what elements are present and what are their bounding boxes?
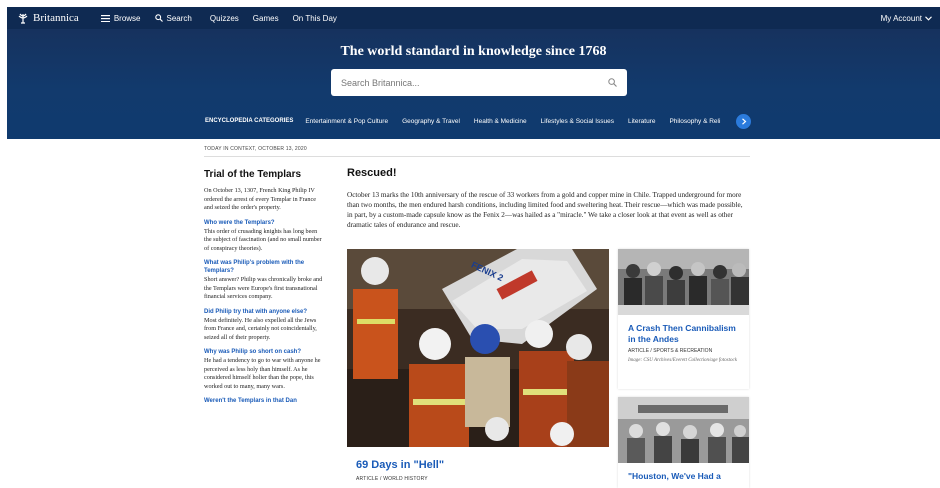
andes-photo[interactable] <box>618 249 749 315</box>
feature-caption: 69 Days in "Hell" ARTICLE / WORLD HISTOR… <box>356 459 444 482</box>
category-next-button[interactable] <box>736 114 751 129</box>
question-link[interactable]: What was Philip's problem with the Templ… <box>204 259 324 275</box>
britannica-logo[interactable]: Britannica <box>17 12 79 24</box>
main-article: Rescued! October 13 marks the 10th anniv… <box>347 167 749 230</box>
question-link[interactable]: Why was Philip so short on cash? <box>204 348 324 356</box>
thistle-logo-icon <box>18 13 28 24</box>
question-link[interactable]: Did Philip try that with anyone else? <box>204 308 324 316</box>
chevron-down-icon <box>925 15 932 21</box>
feature-card[interactable]: FENIX 2 69 Days in "Hell" ARTICLE / WORL… <box>347 249 609 488</box>
on-this-day-label: On This Day <box>292 13 337 23</box>
answer-text: Short answer? Philip was chronically bro… <box>204 276 323 300</box>
categories-label: ENCYCLOPEDIA CATEGORIES <box>205 118 294 124</box>
hamburger-icon <box>100 14 110 22</box>
on-this-day-link[interactable]: On This Day <box>293 14 337 23</box>
category-link[interactable]: Lifestyles & Social Issues <box>541 118 614 125</box>
category-bar: ENCYCLOPEDIA CATEGORIES Entertainment & … <box>205 113 734 129</box>
left-title[interactable]: Trial of the Templars <box>204 169 324 180</box>
search-icon[interactable] <box>608 78 617 87</box>
card-title[interactable]: "Houston, We've Had a <box>618 463 749 482</box>
browse-label: Browse <box>113 13 141 23</box>
category-link[interactable]: Entertainment & Pop Culture <box>305 118 388 125</box>
rescue-photo[interactable]: FENIX 2 <box>347 249 609 447</box>
search-label: Search <box>166 13 192 23</box>
category-link[interactable]: Literature <box>628 118 655 125</box>
answer-text: He had a tendency to go to war with anyo… <box>204 357 321 390</box>
quizzes-link[interactable]: Quizzes <box>210 14 239 23</box>
card-type: ARTICLE / SPORTS & RECREATION <box>628 348 713 354</box>
hero-tagline: The world standard in knowledge since 17… <box>340 44 607 59</box>
hero-banner: The world standard in knowledge since 17… <box>7 29 940 139</box>
question-link[interactable]: Weren't the Templars in that Dan <box>204 397 324 405</box>
card-title[interactable]: A Crash Then Cannibalism in the Andes <box>618 315 749 344</box>
my-account-button[interactable]: My Account <box>881 14 932 23</box>
answer-text: This order of crusading knights has long… <box>204 227 322 252</box>
top-nav: Britannica Browse Search Quizzes Games O… <box>7 7 940 29</box>
search-nav-button[interactable]: Search <box>154 13 192 23</box>
apollo-photo[interactable] <box>618 397 749 463</box>
main-body: October 13 marks the 10th anniversary of… <box>347 191 743 229</box>
left-intro: On October 13, 1307, French King Philip … <box>204 187 316 211</box>
feature-type: ARTICLE / WORLD HISTORY <box>356 476 428 482</box>
category-link[interactable]: Health & Medicine <box>474 118 527 125</box>
games-label: Games <box>252 13 279 23</box>
today-in-context-column: TODAY IN CONTEXT, OCTOBER 13, 2020 Trial… <box>204 146 750 405</box>
story-card-andes[interactable]: A Crash Then Cannibalism in the Andes AR… <box>618 249 749 389</box>
quizzes-label: Quizzes <box>209 13 239 23</box>
chevron-right-icon <box>741 118 746 125</box>
logo-text: Britannica <box>33 12 79 24</box>
question-link[interactable]: Who were the Templars? <box>204 219 324 227</box>
games-link[interactable]: Games <box>253 14 279 23</box>
feature-title[interactable]: 69 Days in "Hell" <box>356 459 444 471</box>
search-input[interactable] <box>341 77 608 88</box>
my-account-label: My Account <box>880 13 922 23</box>
search-icon <box>154 14 163 22</box>
image-credit: Image: CSU Archives/Everett Collection/a… <box>628 358 737 363</box>
answer-text: Most definitely. He also expelled all th… <box>204 316 317 341</box>
search-box[interactable] <box>331 69 627 96</box>
story-card-houston[interactable]: "Houston, We've Had a <box>618 397 749 488</box>
category-link[interactable]: Philosophy & Reli <box>669 118 720 125</box>
dateline: TODAY IN CONTEXT, OCTOBER 13, 2020 <box>204 146 750 157</box>
category-link[interactable]: Geography & Travel <box>402 118 460 125</box>
browse-button[interactable]: Browse <box>100 13 141 23</box>
main-title: Rescued! <box>347 167 397 179</box>
